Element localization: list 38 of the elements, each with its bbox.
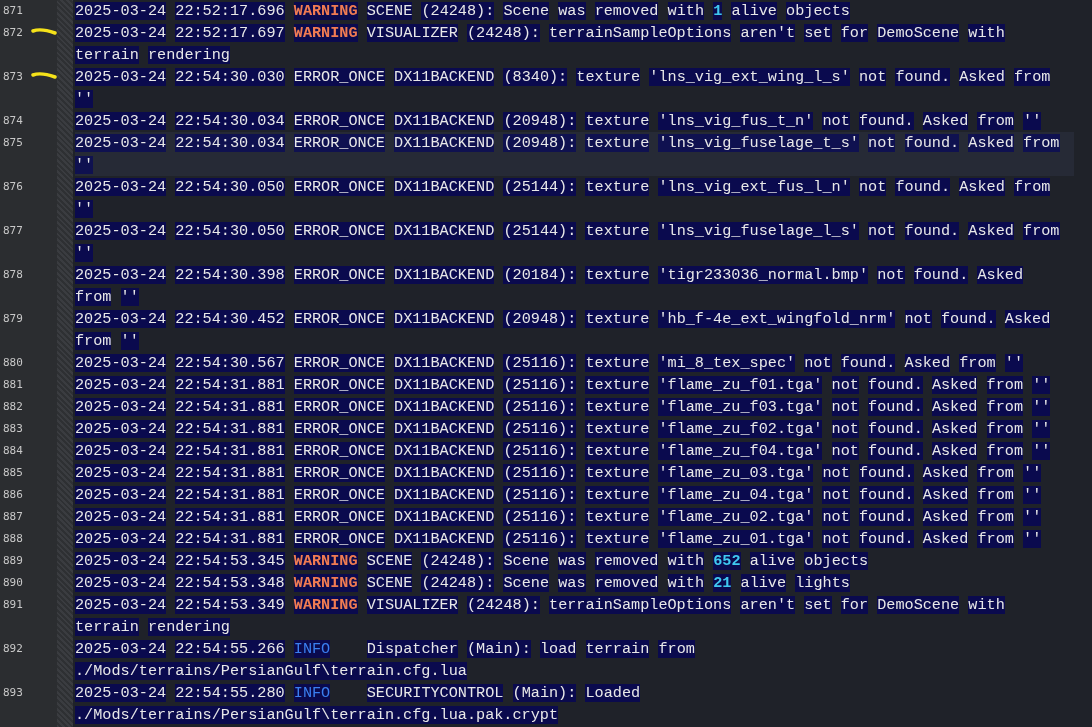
line-number: 889: [2, 553, 23, 569]
log-line: 2025-03-24 22:54:53.345 WARNING SCENE (24248): Scene was removed with 652 alive objects: [75, 551, 870, 572]
log-line: 2025-03-24 22:54:31.881 ERROR_ONCE DX11BACKEND (25116): texture 'flame_zu_01.tga' not found. Asked from '': [75, 529, 1043, 550]
line-number: 872: [2, 25, 23, 41]
line-number: 871: [2, 3, 23, 19]
line-number: 875: [2, 135, 23, 151]
log-line: 2025-03-24 22:54:30.567 ERROR_ONCE DX11BACKEND (25116): texture 'mi_8_tex_spec' not found. Asked from '': [75, 353, 1025, 374]
log-line: 2025-03-24 22:54:31.881 ERROR_ONCE DX11BACKEND (25116): texture 'flame_zu_02.tga' not found. Asked from '': [75, 507, 1043, 528]
log-line: 2025-03-24 22:54:53.348 WARNING SCENE (24248): Scene was removed with 21 alive lights: [75, 573, 851, 594]
log-line: 2025-03-24 22:54:31.881 ERROR_ONCE DX11BACKEND (25116): texture 'flame_zu_03.tga' not found. Asked from '': [75, 463, 1043, 484]
log-line: 2025-03-24 22:54:31.881 ERROR_ONCE DX11BACKEND (25116): texture 'flame_zu_f03.tga' not found. Asked from '': [75, 397, 1052, 418]
line-number: 887: [2, 509, 23, 525]
line-number: 885: [2, 465, 23, 481]
line-number: 886: [2, 487, 23, 503]
log-line: 2025-03-24 22:54:31.881 ERROR_ONCE DX11BACKEND (25116): texture 'flame_zu_04.tga' not found. Asked from '': [75, 485, 1043, 506]
log-line: 2025-03-24 22:54:55.266 INFO Dispatcher (Main): load terrain from ./Mods/terrains/PersianGulf\terrain.cfg.lua: [75, 639, 696, 682]
line-number: 890: [2, 575, 23, 591]
line-number: 882: [2, 399, 23, 415]
line-number: 881: [2, 377, 23, 393]
log-line: 2025-03-24 22:52:17.696 WARNING SCENE (24248): Scene was removed with 1 alive objects: [75, 1, 851, 22]
line-number: 888: [2, 531, 23, 547]
line-number: 880: [2, 355, 23, 371]
line-number: 883: [2, 421, 23, 437]
line-number: 893: [2, 685, 23, 701]
log-line: 2025-03-24 22:54:31.881 ERROR_ONCE DX11BACKEND (25116): texture 'flame_zu_f04.tga' not found. Asked from '': [75, 441, 1052, 462]
log-line: 2025-03-24 22:54:31.881 ERROR_ONCE DX11BACKEND (25116): texture 'flame_zu_f01.tga' not found. Asked from '': [75, 375, 1052, 396]
line-number: 878: [2, 267, 23, 283]
line-number: 879: [2, 311, 23, 327]
line-number: 892: [2, 641, 23, 657]
line-number: 874: [2, 113, 23, 129]
line-number: 876: [2, 179, 23, 195]
log-line: 2025-03-24 22:54:30.034 ERROR_ONCE DX11BACKEND (20948): texture 'lns_vig_fus_t_n' not found. Asked from '': [75, 111, 1043, 132]
line-number: 877: [2, 223, 23, 239]
log-line: 2025-03-24 22:54:55.280 INFO SECURITYCONTROL (Main): Loaded ./Mods/terrains/PersianGulf\terrain.cfg.lua.pak.crypt: [75, 683, 642, 726]
line-number: 891: [2, 597, 23, 613]
line-number: 884: [2, 443, 23, 459]
log-line: 2025-03-24 22:54:31.881 ERROR_ONCE DX11BACKEND (25116): texture 'flame_zu_f02.tga' not found. Asked from '': [75, 419, 1052, 440]
line-number: 873: [2, 69, 23, 85]
